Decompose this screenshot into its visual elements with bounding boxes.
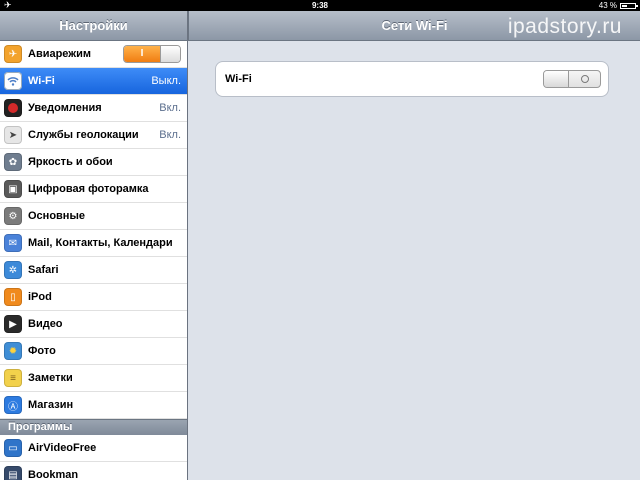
sidebar-item-label: Цифровая фоторамка bbox=[28, 183, 149, 195]
photos-icon: ✹ bbox=[4, 342, 22, 360]
sidebar-item-label: Основные bbox=[28, 210, 85, 222]
settings-sidebar: Настройки ✈ Авиарежим I Wi-Fi Выкл. Увед… bbox=[0, 11, 188, 480]
sidebar-item-wifi[interactable]: Wi-Fi Выкл. bbox=[0, 68, 187, 95]
sidebar-item-label: Bookman bbox=[28, 469, 79, 480]
section-header-apps: Программы bbox=[0, 419, 187, 435]
sidebar-item-label: Видео bbox=[28, 318, 63, 330]
sidebar-item-photos[interactable]: ✹ Фото bbox=[0, 338, 187, 365]
toggle-off-indicator bbox=[569, 71, 600, 87]
airplane-mode-toggle[interactable]: I bbox=[123, 45, 181, 63]
bookman-icon: ▤ bbox=[4, 466, 22, 480]
notifications-icon bbox=[4, 99, 22, 117]
sidebar-item-bookman[interactable]: ▤ Bookman bbox=[0, 462, 187, 480]
toggle-knob bbox=[160, 46, 180, 62]
brightness-icon: ✿ bbox=[4, 153, 22, 171]
status-time: 9:38 bbox=[311, 1, 328, 10]
video-icon: ▶ bbox=[4, 315, 22, 333]
sidebar-item-general[interactable]: ⚙ Основные bbox=[0, 203, 187, 230]
sidebar-item-label: Заметки bbox=[28, 372, 73, 384]
wifi-icon bbox=[4, 72, 22, 90]
off-circle-icon bbox=[580, 75, 589, 83]
photo-frame-icon: ▣ bbox=[4, 180, 22, 198]
sidebar-item-value: Вкл. bbox=[159, 102, 181, 114]
battery-icon bbox=[620, 2, 638, 9]
sidebar-item-label: AirVideoFree bbox=[28, 442, 97, 454]
toggle-on-label: I bbox=[124, 46, 161, 62]
airvideo-icon: ▭ bbox=[4, 439, 22, 457]
sidebar-item-label: Яркость и обои bbox=[28, 156, 113, 168]
sidebar-item-location-services[interactable]: ➤ Службы геолокации Вкл. bbox=[0, 122, 187, 149]
sidebar-item-mail[interactable]: ✉ Mail, Контакты, Календари bbox=[0, 230, 187, 257]
sidebar-item-video[interactable]: ▶ Видео bbox=[0, 311, 187, 338]
store-icon: Ⓐ bbox=[4, 396, 22, 414]
sidebar-item-value: Вкл. bbox=[159, 129, 181, 141]
ipod-icon: ▯ bbox=[4, 288, 22, 306]
sidebar-item-label: Safari bbox=[28, 264, 59, 276]
sidebar-item-store[interactable]: Ⓐ Магазин bbox=[0, 392, 187, 419]
sidebar-item-picture-frame[interactable]: ▣ Цифровая фоторамка bbox=[0, 176, 187, 203]
wifi-toggle[interactable] bbox=[543, 70, 601, 88]
gear-icon: ⚙ bbox=[4, 207, 22, 225]
watermark: ipadstory.ru bbox=[507, 15, 622, 38]
sidebar-item-safari[interactable]: ✲ Safari bbox=[0, 257, 187, 284]
status-bar: ✈ 9:38 43 % bbox=[0, 0, 640, 11]
notes-icon: ≡ bbox=[4, 369, 22, 387]
mail-icon: ✉ bbox=[4, 234, 22, 252]
sidebar-item-airplane-mode[interactable]: ✈ Авиарежим I bbox=[0, 41, 187, 68]
sidebar-title: Настройки bbox=[0, 11, 187, 41]
safari-icon: ✲ bbox=[4, 261, 22, 279]
toggle-knob bbox=[544, 71, 569, 87]
wifi-setting-row: Wi-Fi bbox=[215, 61, 609, 97]
battery-indicator: 43 % bbox=[598, 1, 638, 10]
airplane-icon: ✈ bbox=[4, 45, 22, 63]
wifi-networks-pane: Сети Wi-Fi ipadstory.ru Wi-Fi bbox=[188, 11, 640, 480]
sidebar-item-ipod[interactable]: ▯ iPod bbox=[0, 284, 187, 311]
sidebar-item-label: Магазин bbox=[28, 399, 74, 411]
sidebar-item-value: Выкл. bbox=[151, 75, 181, 87]
wifi-setting-label: Wi-Fi bbox=[225, 73, 252, 85]
location-icon: ➤ bbox=[4, 126, 22, 144]
sidebar-item-label: Фото bbox=[28, 345, 56, 357]
battery-percent: 43 % bbox=[598, 1, 617, 10]
sidebar-item-label: Службы геолокации bbox=[28, 129, 139, 141]
sidebar-item-airvideofree[interactable]: ▭ AirVideoFree bbox=[0, 435, 187, 462]
sidebar-item-label: Mail, Контакты, Календари bbox=[28, 237, 173, 249]
sidebar-item-brightness-wallpaper[interactable]: ✿ Яркость и обои bbox=[0, 149, 187, 176]
sidebar-item-notes[interactable]: ≡ Заметки bbox=[0, 365, 187, 392]
sidebar-item-label: iPod bbox=[28, 291, 52, 303]
sidebar-item-label: Wi-Fi bbox=[28, 75, 55, 87]
sidebar-item-notifications[interactable]: Уведомления Вкл. bbox=[0, 95, 187, 122]
sidebar-item-label: Уведомления bbox=[28, 102, 102, 114]
